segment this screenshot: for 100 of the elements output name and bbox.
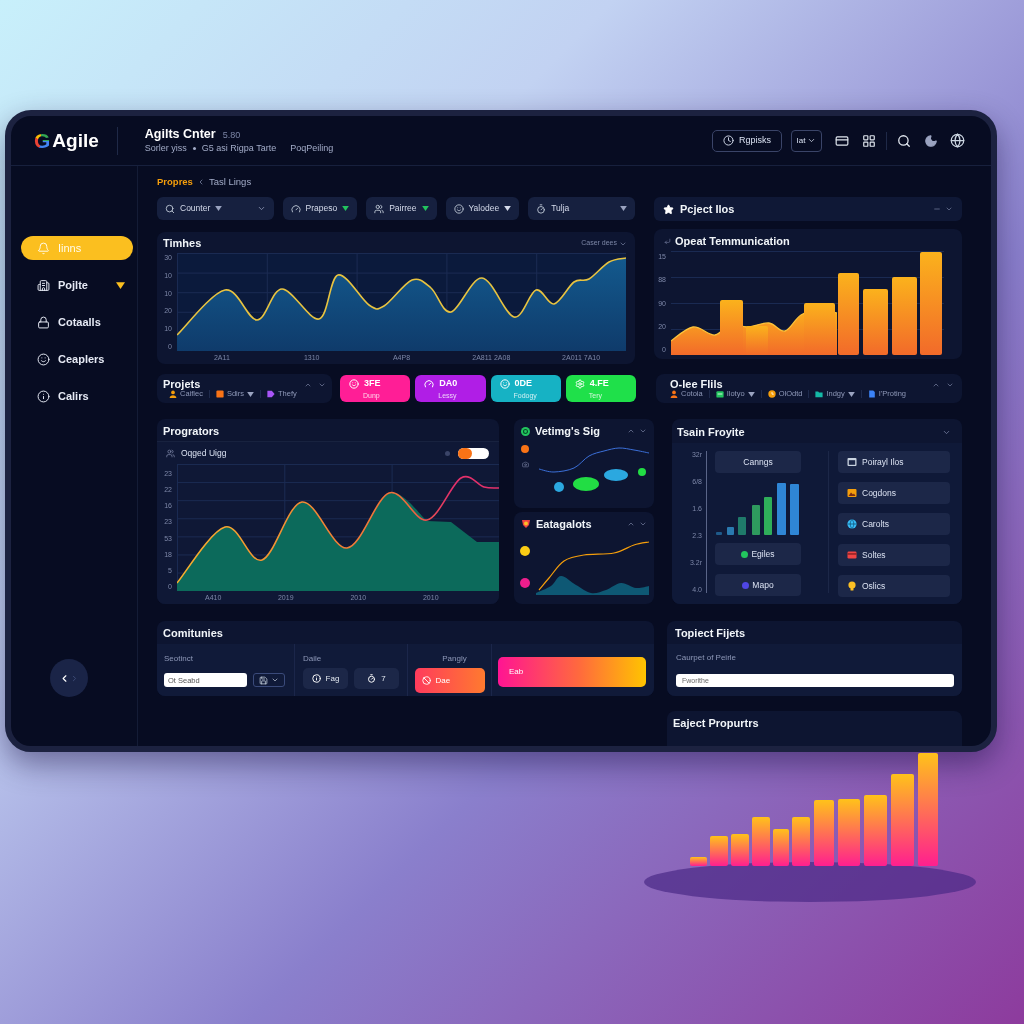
panel-title: Topiect Fijets	[675, 628, 746, 639]
timer-icon	[536, 203, 547, 214]
chip-button[interactable]: Fag	[303, 668, 348, 689]
chevron-up-icon[interactable]	[627, 520, 635, 528]
chart-button[interactable]: Egiles	[715, 543, 801, 565]
list-item[interactable]: Cogdons	[838, 482, 950, 504]
search-icon[interactable]	[897, 133, 911, 148]
bubble	[638, 468, 646, 476]
info-icon	[311, 674, 321, 683]
marker-icon	[520, 578, 530, 588]
panel-title: Vetimg's Sig	[535, 425, 600, 437]
panel-title: Eatagalots	[536, 518, 592, 530]
list-item[interactable]: Carolts	[838, 513, 950, 535]
bar	[864, 795, 887, 866]
building-icon	[37, 278, 50, 292]
breadcrumb-link[interactable]: Tasl Lings	[208, 177, 252, 187]
sidebar-item[interactable]: Cotaalls	[21, 310, 133, 334]
filter-dropdown[interactable]: Pairree	[366, 197, 437, 220]
camera-icon	[521, 461, 529, 468]
marker-icon	[520, 546, 530, 556]
panel-title: Comitunies	[163, 628, 223, 639]
stat-value: 4.FE	[589, 379, 609, 388]
stat-value: DA0	[439, 379, 458, 388]
save-icon	[259, 675, 268, 685]
sidebar-item[interactable]: Pojlte	[21, 273, 133, 297]
bar	[764, 497, 772, 535]
stat-value: 0DE	[514, 379, 532, 388]
toggle-switch[interactable]	[458, 447, 489, 459]
chevron-down-icon	[807, 136, 817, 145]
filter-dropdown[interactable]: Tulja	[528, 197, 635, 220]
bubble	[573, 477, 599, 491]
panel-title: Timhes	[163, 238, 202, 249]
clock-icon	[723, 135, 734, 146]
bar	[792, 817, 810, 866]
chart-button[interactable]: Canngs	[715, 451, 801, 473]
bar	[814, 800, 834, 866]
chevron-down-icon[interactable]	[945, 205, 953, 213]
star-icon	[663, 203, 674, 215]
filter-dropdown[interactable]: Prapeso	[282, 197, 358, 220]
bar	[731, 834, 749, 866]
breadcrumb-link[interactable]: Propres	[157, 177, 193, 187]
chevron-down-icon[interactable]	[639, 520, 647, 528]
bar	[777, 483, 786, 535]
chevron-right-icon	[70, 673, 79, 683]
gear-icon	[574, 378, 585, 389]
panel-title: Eaject Propurtrs	[673, 718, 759, 731]
version-label: 5.80	[222, 130, 241, 140]
action-button[interactable]: Rgpisks	[712, 129, 782, 152]
sidebar-item[interactable]: Calirs	[21, 384, 133, 408]
subtitle-text: G5 asi Rigpa Tarte	[201, 144, 277, 154]
bar	[738, 517, 746, 535]
bell-icon	[37, 241, 50, 255]
info-icon	[37, 389, 50, 403]
gauge-icon	[290, 203, 301, 214]
bar	[863, 289, 888, 355]
smiley-icon	[453, 203, 464, 214]
minus-icon[interactable]	[933, 205, 941, 213]
panel-title: Opeat Temmunication	[675, 235, 790, 247]
bar	[790, 484, 799, 535]
bar	[838, 799, 860, 866]
stat-value: 3FE	[364, 379, 381, 388]
chip-button[interactable]: 7	[354, 668, 399, 689]
panel-title: Projets	[163, 379, 201, 390]
chevron-down-icon[interactable]	[639, 427, 647, 435]
smiley-icon	[349, 378, 359, 389]
grid-icon[interactable]	[862, 133, 876, 148]
filter-dropdown[interactable]: Yalodee	[445, 197, 520, 220]
chevron-up-icon[interactable]	[627, 427, 635, 435]
field-label: Seotinct	[164, 655, 194, 663]
marker-icon	[521, 445, 529, 453]
bar	[773, 829, 789, 866]
subtitle-text: PoqPeiling	[290, 144, 334, 154]
moon-icon[interactable]	[924, 133, 938, 148]
select-dropdown[interactable]: Iat	[791, 129, 822, 152]
bar	[752, 817, 770, 866]
panel-title: Pcject Ilos	[680, 203, 735, 215]
bubble	[554, 482, 564, 492]
list-item[interactable]: Oslics	[838, 575, 950, 597]
bar	[752, 505, 760, 535]
panel-title: Tsain Froyite	[677, 426, 745, 438]
card-icon[interactable]	[835, 133, 849, 148]
field-label: Daile	[303, 655, 323, 663]
list-item[interactable]: Soltes	[838, 544, 950, 566]
globe-icon[interactable]	[950, 133, 965, 148]
dashboard-title: Agilts Cnter	[144, 127, 216, 141]
badge-icon	[521, 519, 531, 529]
list-item[interactable]: Poirayl Ilos	[838, 451, 950, 473]
gradient-button[interactable]: Eab	[498, 657, 646, 687]
bubble	[604, 469, 628, 481]
chevron-down-icon	[256, 204, 266, 213]
filter-dropdown[interactable]: Counter	[157, 197, 274, 220]
field-label: Caurpet of Peirle	[676, 654, 738, 662]
app-name: Agile	[52, 131, 99, 150]
gauge-icon	[424, 378, 435, 389]
chart-button[interactable]: Mapo	[715, 574, 801, 596]
lock-icon	[37, 315, 50, 329]
format-select[interactable]	[253, 673, 285, 687]
bullet-icon	[192, 147, 196, 151]
sidebar-item[interactable]: Ceaplers	[21, 347, 133, 371]
users-icon	[374, 203, 385, 214]
